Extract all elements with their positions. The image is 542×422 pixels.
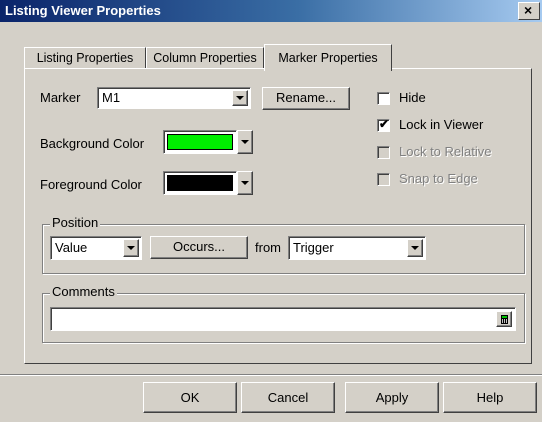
lock-to-relative-label: Lock to Relative xyxy=(399,144,492,159)
hide-label: Hide xyxy=(399,90,426,105)
marker-dropdown-button[interactable] xyxy=(232,90,248,106)
title-bar: Listing Viewer Properties × xyxy=(0,0,542,22)
ok-button[interactable]: OK xyxy=(143,382,237,413)
chevron-down-icon xyxy=(127,246,135,250)
tab-label: Listing Properties xyxy=(36,51,134,65)
apply-button[interactable]: Apply xyxy=(345,382,439,413)
foreground-color-label: Foreground Color xyxy=(40,177,142,192)
hide-checkbox-box xyxy=(377,92,390,105)
from-label: from xyxy=(255,240,281,255)
occurs-label: Occurs... xyxy=(172,239,225,254)
close-icon: × xyxy=(524,2,533,18)
window-title: Listing Viewer Properties xyxy=(5,3,161,18)
ok-label: OK xyxy=(180,390,200,405)
tab-label: Marker Properties xyxy=(278,51,378,65)
comments-editor-button[interactable] xyxy=(496,311,512,327)
calculator-icon xyxy=(500,314,508,324)
lock-to-relative-checkbox-box xyxy=(377,146,390,159)
marker-label: Marker xyxy=(40,90,81,105)
cancel-button[interactable]: Cancel xyxy=(241,382,335,413)
apply-label: Apply xyxy=(375,390,409,405)
checkmark-icon: ✔ xyxy=(379,117,390,131)
foreground-color-dropdown[interactable] xyxy=(237,171,253,195)
position-mode-dropdown-button[interactable] xyxy=(123,239,139,257)
background-color-label: Background Color xyxy=(40,136,145,151)
position-mode-combobox[interactable]: Value xyxy=(50,236,142,260)
lock-in-viewer-label: Lock in Viewer xyxy=(399,117,484,132)
occurs-button[interactable]: Occurs... xyxy=(150,236,248,259)
tab-label: Column Properties xyxy=(153,51,257,65)
snap-to-edge-checkbox[interactable]: Snap to Edge xyxy=(377,171,478,186)
background-color-swatch xyxy=(167,134,233,150)
separator xyxy=(0,374,542,376)
foreground-color-picker[interactable] xyxy=(163,171,253,195)
marker-combobox[interactable]: M1 xyxy=(97,87,251,109)
background-color-well xyxy=(163,130,237,154)
help-button[interactable]: Help xyxy=(443,382,537,413)
from-dropdown-button[interactable] xyxy=(407,239,423,257)
rename-label: Rename... xyxy=(276,90,336,105)
chevron-down-icon xyxy=(411,246,419,250)
tab-marker-properties[interactable]: Marker Properties xyxy=(264,44,392,71)
foreground-color-swatch xyxy=(167,175,233,191)
tab-listing-properties[interactable]: Listing Properties xyxy=(24,47,146,69)
from-value: Trigger xyxy=(293,240,334,255)
chevron-down-icon xyxy=(241,181,249,185)
background-color-picker[interactable] xyxy=(163,130,253,154)
chevron-down-icon xyxy=(241,140,249,144)
snap-to-edge-checkbox-box xyxy=(377,173,390,186)
from-combobox[interactable]: Trigger xyxy=(288,236,426,260)
foreground-color-well xyxy=(163,171,237,195)
chevron-down-icon xyxy=(236,96,244,100)
comments-input[interactable] xyxy=(50,307,516,331)
tab-column-properties[interactable]: Column Properties xyxy=(146,47,264,69)
comments-legend: Comments xyxy=(50,284,117,299)
close-button[interactable]: × xyxy=(518,2,540,20)
position-mode-value: Value xyxy=(55,240,88,255)
lock-to-relative-checkbox[interactable]: Lock to Relative xyxy=(377,144,492,159)
rename-button[interactable]: Rename... xyxy=(262,87,350,110)
lock-in-viewer-checkbox-box: ✔ xyxy=(377,117,390,132)
position-legend: Position xyxy=(50,215,101,230)
hide-checkbox[interactable]: Hide xyxy=(377,90,426,105)
cancel-label: Cancel xyxy=(267,390,309,405)
snap-to-edge-label: Snap to Edge xyxy=(399,171,478,186)
background-color-dropdown[interactable] xyxy=(237,130,253,154)
help-label: Help xyxy=(476,390,504,405)
marker-value: M1 xyxy=(102,90,121,105)
lock-in-viewer-checkbox[interactable]: ✔ Lock in Viewer xyxy=(377,117,483,132)
